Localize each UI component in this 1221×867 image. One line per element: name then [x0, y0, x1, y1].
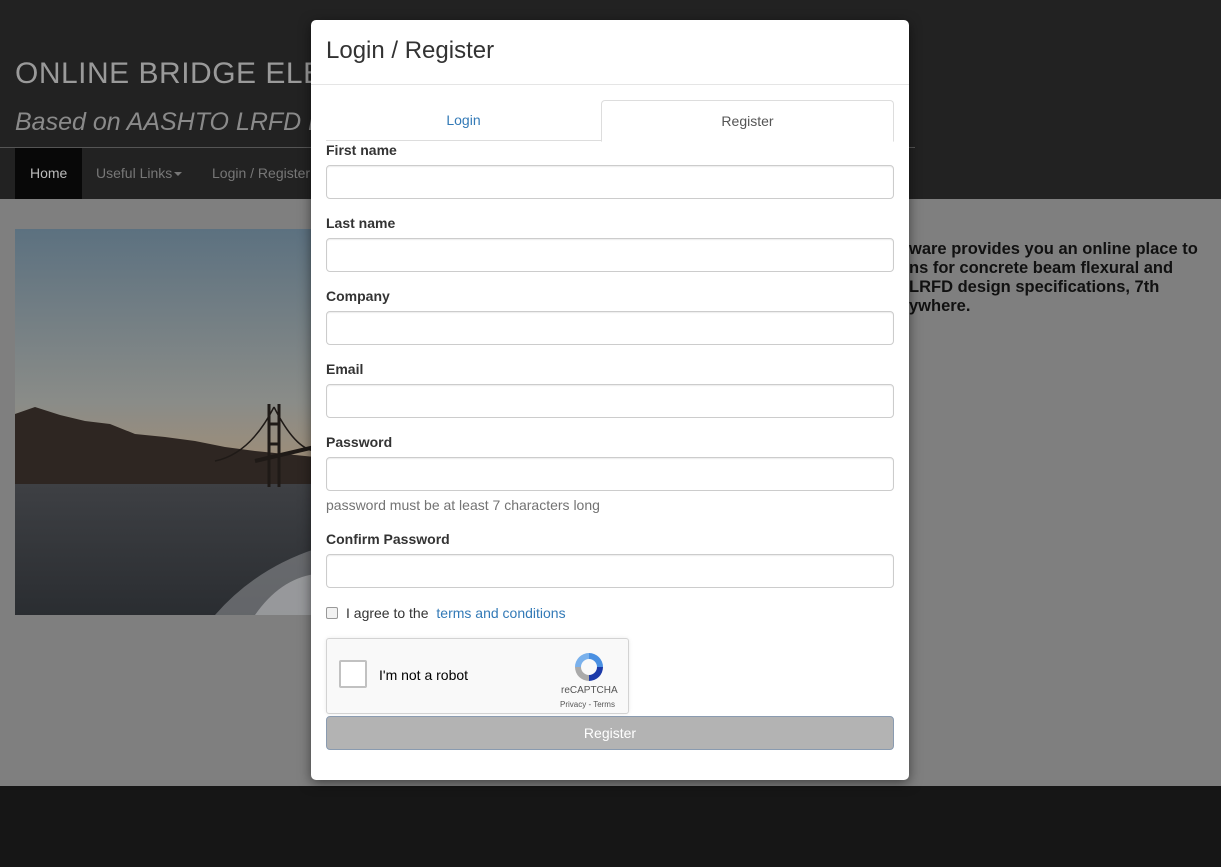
- recaptcha-logo-icon: [575, 653, 603, 681]
- intro-line: ywhere.: [909, 297, 971, 315]
- nav-useful-links-label: Useful Links: [96, 165, 173, 181]
- modal-header: Login / Register: [311, 20, 909, 85]
- recaptcha-brand: reCAPTCHA: [561, 685, 618, 696]
- email-label: Email: [326, 361, 364, 377]
- hero-photo: [15, 229, 315, 615]
- recaptcha-label: I'm not a robot: [379, 667, 469, 683]
- intro-text: ware provides you an online place to ns …: [909, 240, 1209, 316]
- nav-home[interactable]: Home: [15, 148, 83, 199]
- email-field[interactable]: [326, 384, 894, 418]
- last-name-field[interactable]: [326, 238, 894, 272]
- modal-title: Login / Register: [326, 37, 495, 64]
- nav-home-label: Home: [30, 165, 68, 181]
- footer: [0, 786, 1221, 867]
- tab-login[interactable]: Login: [326, 100, 601, 141]
- intro-line: ns for concrete beam flexural and: [909, 259, 1174, 277]
- intro-line: ware provides you an online place to: [909, 240, 1198, 258]
- nav-login-register-label: Login / Register: [212, 165, 311, 181]
- first-name-label: First name: [326, 142, 397, 158]
- tab-bar: Login Register: [326, 100, 894, 142]
- company-field[interactable]: [326, 311, 894, 345]
- nav-login-register[interactable]: Login / Register: [197, 148, 325, 199]
- register-button[interactable]: Register: [326, 716, 894, 750]
- site-subtitle: Based on AASHTO LRFD D: [15, 108, 327, 136]
- recaptcha-checkbox[interactable]: [339, 660, 367, 688]
- password-field[interactable]: [326, 457, 894, 491]
- terms-checkbox[interactable]: [326, 607, 338, 619]
- terms-agreement: I agree to the terms and conditions: [326, 605, 566, 621]
- password-label: Password: [326, 434, 393, 450]
- site-title: ONLINE BRIDGE ELE: [15, 57, 324, 90]
- agree-text: I agree to the: [346, 605, 429, 621]
- intro-line: LRFD design specifications, 7th: [909, 278, 1160, 296]
- login-register-modal: Login / Register Login Register First na…: [311, 20, 909, 780]
- tab-register[interactable]: Register: [601, 100, 894, 142]
- last-name-label: Last name: [326, 215, 396, 231]
- recaptcha-widget: I'm not a robot reCAPTCHA Privacy - Term…: [326, 638, 629, 714]
- company-label: Company: [326, 288, 390, 304]
- recaptcha-links[interactable]: Privacy - Terms: [560, 700, 615, 709]
- first-name-field[interactable]: [326, 165, 894, 199]
- confirm-password-label: Confirm Password: [326, 531, 450, 547]
- terms-link[interactable]: terms and conditions: [436, 605, 565, 621]
- confirm-password-field[interactable]: [326, 554, 894, 588]
- password-help-text: password must be at least 7 characters l…: [326, 497, 600, 513]
- nav-useful-links[interactable]: Useful Links: [81, 148, 197, 199]
- caret-down-icon: [174, 172, 183, 177]
